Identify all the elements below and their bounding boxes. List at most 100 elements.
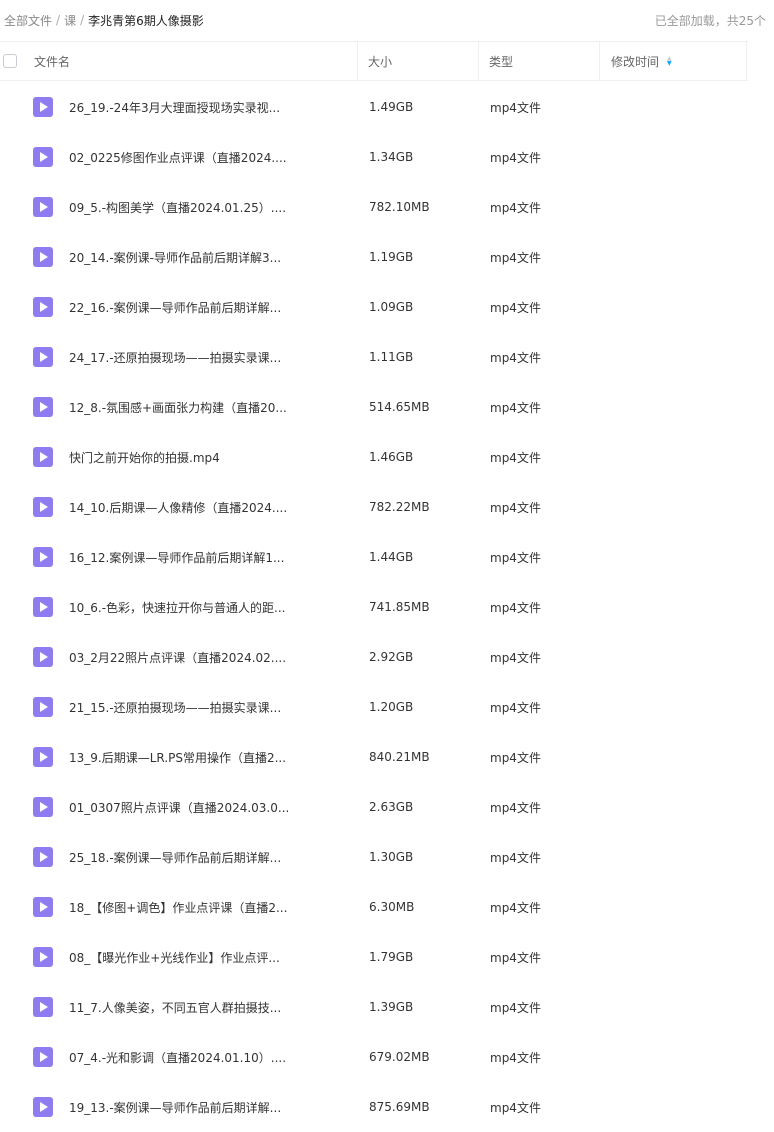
file-row[interactable]: 16_12.案例课—导师作品前后期详解1... 1.44GB mp4文件 — [0, 532, 748, 582]
file-size: 1.20GB — [369, 700, 414, 714]
file-size: 782.10MB — [369, 200, 430, 214]
file-type: mp4文件 — [490, 400, 541, 415]
breadcrumb-course[interactable]: 课 — [64, 12, 76, 29]
breadcrumb-separator: / — [56, 13, 61, 27]
file-name[interactable]: 02_0225修图作业点评课（直播2024.... — [69, 149, 369, 166]
file-row[interactable]: 20_14.-案例课-导师作品前后期详解3... 1.19GB mp4文件 — [0, 232, 748, 282]
file-name[interactable]: 12_8.-氛围感+画面张力构建（直播20... — [69, 399, 369, 416]
file-name[interactable]: 14_10.后期课—人像精修（直播2024.... — [69, 499, 369, 516]
column-modified-header[interactable]: 修改时间 ▲ ▼ — [600, 42, 747, 80]
file-name[interactable]: 19_13.-案例课—导师作品前后期详解... — [69, 1099, 369, 1116]
file-size: 514.65MB — [369, 400, 430, 414]
breadcrumb-separator: / — [80, 13, 85, 27]
file-name[interactable]: 18_【修图+调色】作业点评课（直播2... — [69, 899, 369, 916]
file-name[interactable]: 08_【曝光作业+光线作业】作业点评... — [69, 949, 369, 966]
file-row[interactable]: 24_17.-还原拍摄现场——拍摄实录课... 1.11GB mp4文件 — [0, 332, 748, 382]
play-glyph-icon — [40, 652, 48, 662]
file-row[interactable]: 21_15.-还原拍摄现场——拍摄实录课... 1.20GB mp4文件 — [0, 682, 748, 732]
file-row[interactable]: 03_2月22照片点评课（直播2024.02.... 2.92GB mp4文件 — [0, 632, 748, 682]
column-type-label: 类型 — [489, 54, 514, 69]
column-type-header[interactable]: 类型 — [479, 42, 600, 80]
file-row[interactable]: 12_8.-氛围感+画面张力构建（直播20... 514.65MB mp4文件 — [0, 382, 748, 432]
file-name[interactable]: 13_9.后期课—LR.PS常用操作（直播2... — [69, 749, 369, 766]
file-row[interactable]: 13_9.后期课—LR.PS常用操作（直播2... 840.21MB mp4文件 — [0, 732, 748, 782]
select-all-checkbox[interactable] — [3, 54, 17, 68]
file-row[interactable]: 08_【曝光作业+光线作业】作业点评... 1.79GB mp4文件 — [0, 932, 748, 982]
play-glyph-icon — [40, 602, 48, 612]
file-row[interactable]: 07_4.-光和影调（直播2024.01.10）.... 679.02MB mp4文… — [0, 1032, 748, 1082]
breadcrumb-all-files[interactable]: 全部文件 — [4, 12, 52, 29]
play-glyph-icon — [40, 552, 48, 562]
play-glyph-icon — [40, 1052, 48, 1062]
file-row[interactable]: 26_19.-24年3月大理面授现场实录视... 1.49GB mp4文件 — [0, 82, 748, 132]
video-file-icon — [33, 297, 53, 317]
loaded-status: 已全部加载，共25个 — [654, 13, 766, 28]
sort-icon[interactable]: ▲ ▼ — [667, 56, 672, 67]
file-type: mp4文件 — [490, 100, 541, 115]
file-row[interactable]: 14_10.后期课—人像精修（直播2024.... 782.22MB mp4文件 — [0, 482, 748, 532]
file-type: mp4文件 — [490, 700, 541, 715]
file-size: 782.22MB — [369, 500, 430, 514]
column-modified-label: 修改时间 — [611, 54, 660, 69]
file-size: 1.11GB — [369, 350, 414, 364]
video-file-icon — [33, 947, 53, 967]
play-glyph-icon — [40, 1002, 48, 1012]
file-size: 6.30MB — [369, 900, 415, 914]
play-glyph-icon — [40, 902, 48, 912]
file-name[interactable]: 快门之前开始你的拍摄.mp4 — [69, 449, 369, 466]
video-file-icon — [33, 647, 53, 667]
video-file-icon — [33, 447, 53, 467]
column-name-header[interactable]: 文件名 — [26, 42, 358, 80]
file-size: 1.39GB — [369, 1000, 414, 1014]
file-row[interactable]: 19_13.-案例课—导师作品前后期详解... 875.69MB mp4文件 — [0, 1082, 748, 1132]
file-row[interactable]: 快门之前开始你的拍摄.mp4 1.46GB mp4文件 — [0, 432, 748, 482]
file-size: 741.85MB — [369, 600, 430, 614]
file-size: 1.34GB — [369, 150, 414, 164]
column-size-header[interactable]: 大小 — [358, 42, 479, 80]
file-name[interactable]: 22_16.-案例课—导师作品前后期详解... — [69, 299, 369, 316]
file-size: 1.79GB — [369, 950, 414, 964]
file-row[interactable]: 09_5.-构图美学（直播2024.01.25）.... 782.10MB mp4文… — [0, 182, 748, 232]
file-name[interactable]: 21_15.-还原拍摄现场——拍摄实录课... — [69, 699, 369, 716]
file-name[interactable]: 09_5.-构图美学（直播2024.01.25）.... — [69, 199, 369, 216]
video-file-icon — [33, 847, 53, 867]
file-name[interactable]: 01_0307照片点评课（直播2024.03.0... — [69, 799, 369, 816]
file-type: mp4文件 — [490, 350, 541, 365]
video-file-icon — [33, 147, 53, 167]
file-type: mp4文件 — [490, 550, 541, 565]
video-file-icon — [33, 997, 53, 1017]
file-name[interactable]: 11_7.人像美姿，不同五官人群拍摄技... — [69, 999, 369, 1016]
file-size: 2.92GB — [369, 650, 414, 664]
file-row[interactable]: 11_7.人像美姿，不同五官人群拍摄技... 1.39GB mp4文件 — [0, 982, 748, 1032]
file-name[interactable]: 20_14.-案例课-导师作品前后期详解3... — [69, 249, 369, 266]
file-row[interactable]: 02_0225修图作业点评课（直播2024.... 1.34GB mp4文件 — [0, 132, 748, 182]
file-row[interactable]: 22_16.-案例课—导师作品前后期详解... 1.09GB mp4文件 — [0, 282, 748, 332]
file-type: mp4文件 — [490, 1050, 541, 1065]
play-glyph-icon — [40, 952, 48, 962]
file-size: 679.02MB — [369, 1050, 430, 1064]
file-name[interactable]: 03_2月22照片点评课（直播2024.02.... — [69, 649, 369, 666]
file-row[interactable]: 01_0307照片点评课（直播2024.03.0... 2.63GB mp4文件 — [0, 782, 748, 832]
file-type: mp4文件 — [490, 200, 541, 215]
file-row[interactable]: 10_6.-色彩，快速拉开你与普通人的距... 741.85MB mp4文件 — [0, 582, 748, 632]
video-file-icon — [33, 747, 53, 767]
file-type: mp4文件 — [490, 750, 541, 765]
file-name[interactable]: 10_6.-色彩，快速拉开你与普通人的距... — [69, 599, 369, 616]
file-type: mp4文件 — [490, 1000, 541, 1015]
file-name[interactable]: 16_12.案例课—导师作品前后期详解1... — [69, 549, 369, 566]
video-file-icon — [33, 597, 53, 617]
file-size: 1.49GB — [369, 100, 414, 114]
file-type: mp4文件 — [490, 800, 541, 815]
file-name[interactable]: 25_18.-案例课—导师作品前后期详解... — [69, 849, 369, 866]
file-type: mp4文件 — [490, 300, 541, 315]
video-file-icon — [33, 247, 53, 267]
video-file-icon — [33, 97, 53, 117]
file-name[interactable]: 07_4.-光和影调（直播2024.01.10）.... — [69, 1049, 369, 1066]
file-row[interactable]: 25_18.-案例课—导师作品前后期详解... 1.30GB mp4文件 — [0, 832, 748, 882]
file-type: mp4文件 — [490, 450, 541, 465]
file-row[interactable]: 18_【修图+调色】作业点评课（直播2... 6.30MB mp4文件 — [0, 882, 748, 932]
play-glyph-icon — [40, 252, 48, 262]
file-name[interactable]: 24_17.-还原拍摄现场——拍摄实录课... — [69, 349, 369, 366]
file-type: mp4文件 — [490, 1100, 541, 1115]
file-name[interactable]: 26_19.-24年3月大理面授现场实录视... — [69, 99, 369, 116]
